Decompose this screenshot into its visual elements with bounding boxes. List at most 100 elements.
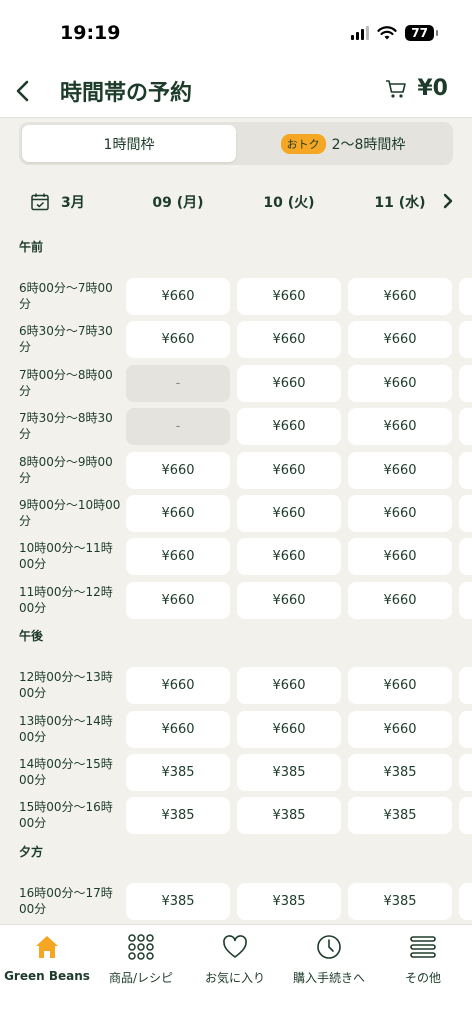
slot-price-button[interactable]: ¥660 <box>237 495 341 532</box>
slot-price-button[interactable]: ¥660 <box>237 408 341 446</box>
status-icons: 77 <box>351 25 438 41</box>
tab-other[interactable]: その他 <box>376 933 470 986</box>
tab-products-recipes[interactable]: 商品/レシピ <box>94 933 188 986</box>
slot-price-button[interactable]: ¥660 <box>237 451 341 489</box>
slot-price-button[interactable]: ¥660 <box>237 667 341 705</box>
clock-icon <box>317 935 341 959</box>
slot-next-column-edge[interactable] <box>459 754 472 791</box>
slot-price-button[interactable]: ¥660 <box>237 710 341 748</box>
slot-price-button[interactable]: ¥660 <box>237 581 341 619</box>
slot-price-button[interactable]: ¥660 <box>237 278 341 315</box>
slot-price-button[interactable]: ¥385 <box>348 882 452 920</box>
time-slot-list[interactable]: 午前 6時00分〜7時00分 ¥660 ¥660 ¥660 6時30分〜7時30分 ¥660… <box>0 228 472 924</box>
tab-multi-hour-label: 2〜8時間枠 <box>331 136 406 153</box>
slot-time-label: 14時00分〜15時00分 <box>19 757 113 787</box>
slot-time-label: 15時00分〜16時00分 <box>19 800 113 831</box>
slot-price-button[interactable]: ¥385 <box>237 882 341 920</box>
slot-price-button[interactable]: ¥660 <box>237 321 341 359</box>
menu-icon <box>410 936 436 958</box>
slot-price-button[interactable]: ¥660 <box>126 667 230 705</box>
battery-icon: 77 <box>405 25 438 41</box>
slot-time-label: 6時00分〜7時00分 <box>19 281 113 311</box>
slot-price-button[interactable]: ¥385 <box>126 754 230 791</box>
slot-price-button[interactable]: ¥660 <box>126 278 230 315</box>
day-header: 09 (月) <box>152 195 204 211</box>
slot-next-column-edge[interactable] <box>459 538 472 576</box>
wifi-icon <box>377 25 397 39</box>
tab-checkout[interactable]: 購入手続きへ <box>282 933 376 986</box>
slot-price-button[interactable]: ¥660 <box>348 364 452 402</box>
slot-price-button[interactable]: ¥660 <box>348 495 452 532</box>
slot-price-button[interactable]: ¥660 <box>348 278 452 315</box>
slot-next-column-edge[interactable] <box>459 451 472 489</box>
slot-price-button[interactable]: ¥660 <box>126 321 230 359</box>
slot-next-column-edge[interactable] <box>459 581 472 619</box>
slot-price-button[interactable]: ¥660 <box>348 581 452 619</box>
slot-price-button[interactable]: ¥660 <box>126 495 230 532</box>
tab-label: Green Beans <box>4 969 90 983</box>
section-header: 午前 <box>19 240 44 254</box>
section-header: 夕方 <box>19 844 44 859</box>
back-icon[interactable] <box>10 76 38 106</box>
slot-unavailable-cell: - <box>126 408 230 446</box>
tab-green-beans[interactable]: Green Beans <box>0 933 94 983</box>
slot-next-column-edge[interactable] <box>459 797 472 835</box>
status-time: 19:19 <box>60 22 121 44</box>
slot-price-button[interactable]: ¥660 <box>348 451 452 489</box>
slot-type-segment: 1時間枠 おトク 2〜8時間枠 <box>19 122 453 165</box>
slot-time-label: 7時00分〜8時00分 <box>19 367 113 398</box>
day-header: 10 (火) <box>263 195 315 211</box>
header: 時間帯の予約 ¥0 <box>0 64 472 118</box>
slot-time-label: 6時30分〜7時30分 <box>19 324 113 355</box>
slot-price-button[interactable]: ¥660 <box>126 581 230 619</box>
slot-next-column-edge[interactable] <box>459 278 472 315</box>
slot-time-label: 16時00分〜17時00分 <box>19 885 113 916</box>
slot-price-button[interactable]: ¥385 <box>237 754 341 791</box>
slot-price-button[interactable]: ¥385 <box>348 754 452 791</box>
day-header: 11 (水) <box>374 195 426 211</box>
slot-next-column-edge[interactable] <box>459 321 472 359</box>
cart-button[interactable]: ¥0 <box>385 76 448 101</box>
slot-price-button[interactable]: ¥660 <box>348 408 452 446</box>
slot-next-column-edge[interactable] <box>459 882 472 920</box>
next-dates-icon[interactable] <box>438 190 458 212</box>
section-header: 午後 <box>19 629 44 644</box>
home-icon <box>36 936 58 958</box>
tab-1-hour-slot[interactable]: 1時間枠 <box>22 125 236 162</box>
slot-next-column-edge[interactable] <box>459 495 472 532</box>
slot-price-button[interactable]: ¥660 <box>348 667 452 705</box>
tab-bar: Green Beans 商品/レシピ お気に入り 購入手続きへ その他 <box>0 924 472 1024</box>
slot-time-label: 7時30分〜8時30分 <box>19 411 113 442</box>
slot-next-column-edge[interactable] <box>459 364 472 402</box>
slot-price-button[interactable]: ¥660 <box>126 451 230 489</box>
slot-price-button[interactable]: ¥385 <box>126 797 230 835</box>
cart-icon <box>386 79 407 98</box>
tab-label: 購入手続きへ <box>292 971 365 985</box>
tab-favorites[interactable]: お気に入り <box>188 933 282 986</box>
cart-total: ¥0 <box>417 76 448 101</box>
slot-time-label: 11時00分〜12時00分 <box>19 584 113 615</box>
calendar-icon[interactable] <box>30 192 50 212</box>
slot-price-button[interactable]: ¥385 <box>237 797 341 835</box>
slot-price-button[interactable]: ¥660 <box>237 364 341 402</box>
slot-price-button[interactable]: ¥660 <box>348 710 452 748</box>
slot-price-button[interactable]: ¥660 <box>237 538 341 576</box>
tab-label: お気に入り <box>204 971 265 985</box>
page-title: 時間帯の予約 <box>60 81 193 106</box>
slot-price-button[interactable]: ¥660 <box>348 538 452 576</box>
slot-price-button[interactable]: ¥660 <box>126 710 230 748</box>
status-bar: 19:19 77 <box>0 0 472 64</box>
slot-next-column-edge[interactable] <box>459 710 472 748</box>
slot-price-button[interactable]: ¥660 <box>348 321 452 359</box>
signal-icon <box>351 26 370 40</box>
slot-time-label: 12時00分〜13時00分 <box>19 670 113 701</box>
slot-next-column-edge[interactable] <box>459 408 472 446</box>
slot-time-label: 10時00分〜11時00分 <box>19 541 113 572</box>
slot-price-button[interactable]: ¥660 <box>126 538 230 576</box>
slot-price-button[interactable]: ¥385 <box>126 882 230 920</box>
grid-icon <box>128 934 154 960</box>
slot-next-column-edge[interactable] <box>459 667 472 705</box>
slot-time-label: 13時00分〜14時00分 <box>19 713 113 744</box>
tab-multi-hour-slot[interactable]: おトク 2〜8時間枠 <box>236 125 450 162</box>
slot-price-button[interactable]: ¥385 <box>348 797 452 835</box>
